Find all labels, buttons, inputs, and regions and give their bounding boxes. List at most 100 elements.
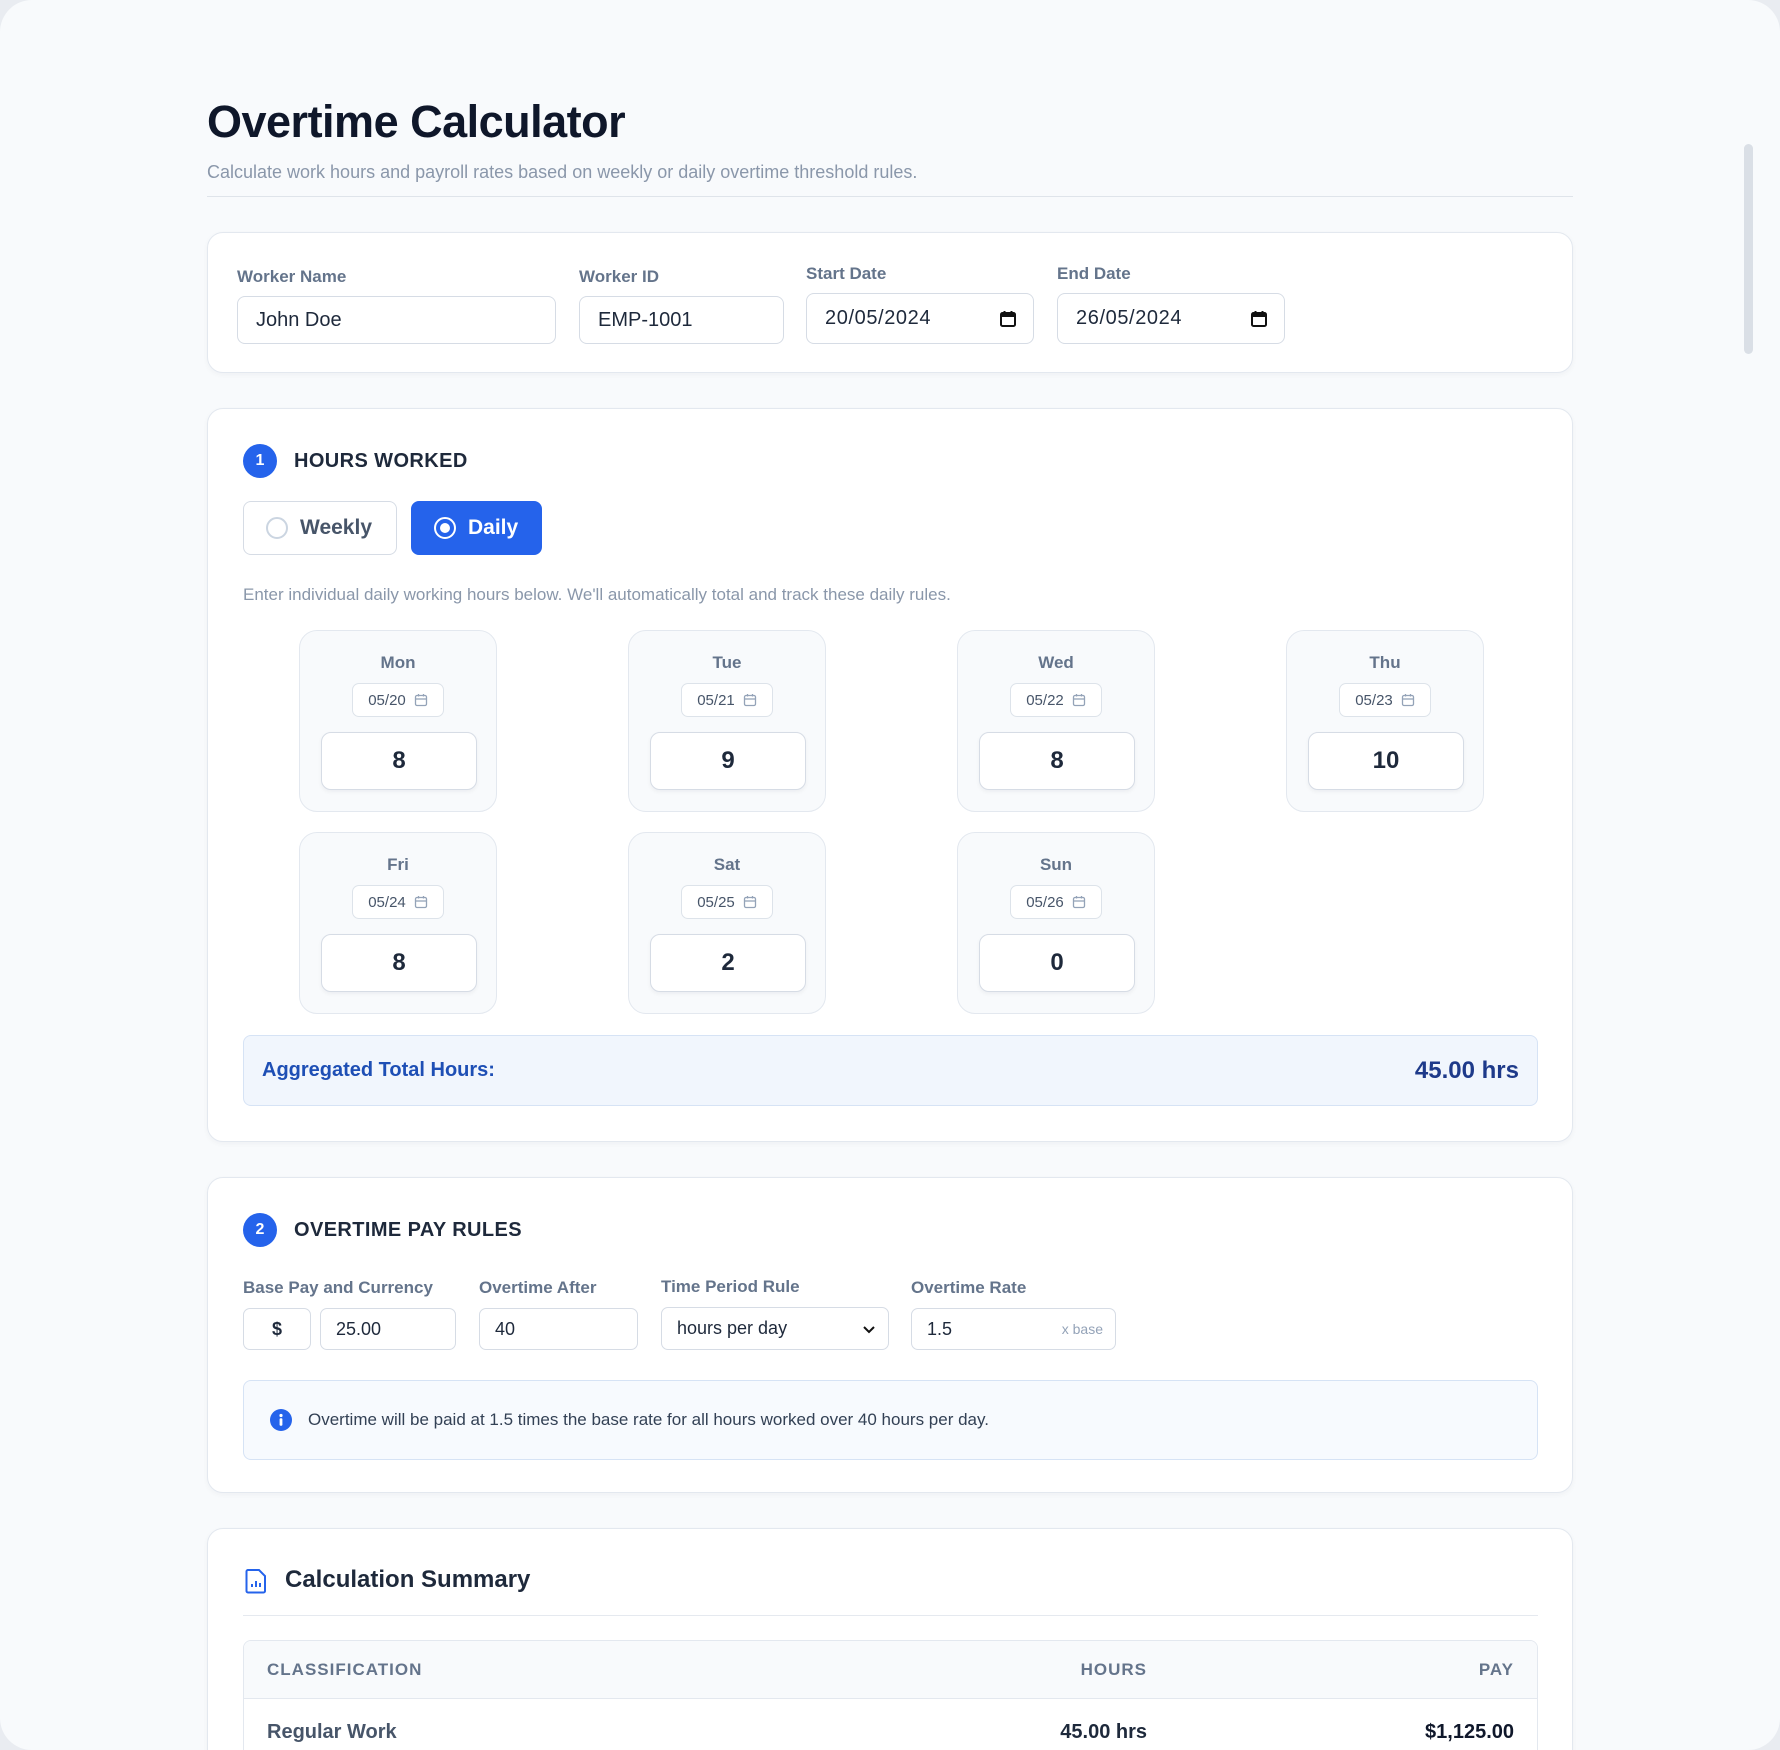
- time-period-value: hours per day: [677, 1318, 788, 1338]
- overtime-rules-card: 2 OVERTIME PAY RULES Base Pay and Curren…: [207, 1177, 1573, 1493]
- day-hours-input[interactable]: 8: [321, 732, 477, 790]
- hours-hint: Enter individual daily working hours bel…: [243, 585, 951, 604]
- mode-daily-label: Daily: [468, 516, 519, 539]
- section-title: OVERTIME PAY RULES: [294, 1219, 522, 1241]
- base-pay-input[interactable]: 25.00: [320, 1308, 456, 1350]
- end-date-input[interactable]: 26/05/2024: [1057, 293, 1285, 344]
- day-date-picker[interactable]: 05/23: [1339, 683, 1431, 717]
- day-date-value: 05/22: [1026, 691, 1064, 709]
- end-date-value: 26/05/2024: [1076, 307, 1183, 329]
- day-hours-input[interactable]: 0: [979, 934, 1135, 992]
- day-name: Wed: [1038, 653, 1074, 672]
- day-date-value: 05/20: [368, 691, 406, 709]
- summary-title: Calculation Summary: [285, 1566, 531, 1593]
- info-icon: [270, 1409, 292, 1431]
- radio-checked-icon: [434, 517, 456, 539]
- currency-value: $: [271, 1318, 282, 1339]
- day-hours-input[interactable]: 2: [650, 934, 806, 992]
- worker-id-input[interactable]: EMP-1001: [579, 296, 784, 344]
- chevron-down-icon: [863, 1325, 875, 1333]
- day-card-sat: Sat 05/25 2: [628, 832, 826, 1014]
- overtime-rate-value: 1.5: [927, 1318, 953, 1339]
- header-divider: [207, 196, 1573, 197]
- day-name: Fri: [387, 855, 409, 874]
- row-pay: $1,125.00: [1425, 1720, 1514, 1743]
- overtime-after-label: Overtime After: [479, 1278, 597, 1297]
- day-name: Tue: [712, 653, 742, 672]
- day-name: Mon: [380, 653, 416, 672]
- calendar-icon[interactable]: [999, 310, 1017, 328]
- overtime-info-text: Overtime will be paid at 1.5 times the b…: [308, 1410, 989, 1429]
- total-hours-value: 45.00 hrs: [1414, 1056, 1519, 1084]
- calendar-icon: [743, 896, 756, 909]
- day-card-fri: Fri 05/24 8: [299, 832, 497, 1014]
- mode-weekly-label: Weekly: [300, 516, 372, 539]
- calendar-icon: [414, 896, 427, 909]
- time-period-label: Time Period Rule: [661, 1277, 800, 1296]
- day-date-picker[interactable]: 05/25: [681, 885, 773, 919]
- calendar-icon: [414, 694, 427, 707]
- start-date-label: Start Date: [806, 264, 887, 283]
- total-hours-bar: Aggregated Total Hours: 45.00 hrs: [243, 1035, 1538, 1106]
- base-pay-label: Base Pay and Currency: [243, 1278, 433, 1297]
- day-name: Sat: [713, 855, 741, 874]
- day-date-value: 05/23: [1355, 691, 1393, 709]
- day-card-mon: Mon 05/20 8: [299, 630, 497, 812]
- scrollbar[interactable]: [1744, 144, 1753, 354]
- day-card-sun: Sun 05/26 0: [957, 832, 1155, 1014]
- row-classification: Regular Work: [267, 1720, 397, 1743]
- end-date-label: End Date: [1057, 264, 1131, 283]
- column-header-hours: HOURS: [1080, 1659, 1147, 1679]
- mode-weekly-toggle[interactable]: Weekly: [243, 501, 397, 555]
- calendar-icon: [743, 694, 756, 707]
- section-number-badge: 1: [243, 444, 277, 478]
- time-period-select[interactable]: hours per day: [661, 1307, 889, 1350]
- calendar-icon: [1072, 694, 1085, 707]
- day-date-picker[interactable]: 05/26: [1010, 885, 1102, 919]
- day-card-tue: Tue 05/21 9: [628, 630, 826, 812]
- overtime-after-input[interactable]: 40: [479, 1308, 638, 1350]
- worker-info-card: Worker Name John Doe Worker ID EMP-1001 …: [207, 232, 1573, 373]
- calculation-summary-card: Calculation Summary CLASSIFICATION HOURS…: [207, 1528, 1573, 1750]
- day-date-value: 05/26: [1026, 893, 1064, 911]
- page-title: Overtime Calculator: [207, 96, 626, 147]
- start-date-input[interactable]: 20/05/2024: [806, 293, 1034, 344]
- day-hours-input[interactable]: 8: [979, 732, 1135, 790]
- day-date-value: 05/21: [697, 691, 735, 709]
- day-date-picker[interactable]: 05/20: [352, 683, 444, 717]
- day-date-picker[interactable]: 05/22: [1010, 683, 1102, 717]
- day-card-wed: Wed 05/22 8: [957, 630, 1155, 812]
- day-date-value: 05/24: [368, 893, 406, 911]
- app-window: Overtime Calculator Calculate work hours…: [0, 0, 1780, 1750]
- day-name: Thu: [1369, 653, 1401, 672]
- hours-worked-card: 1 HOURS WORKED Weekly Daily Enter indivi…: [207, 408, 1573, 1142]
- column-header-pay: PAY: [1478, 1659, 1514, 1679]
- day-date-value: 05/25: [697, 893, 735, 911]
- section-title: HOURS WORKED: [294, 450, 468, 472]
- calendar-icon[interactable]: [1250, 310, 1268, 328]
- table-row: Regular Work 45.00 hrs $1,125.00: [244, 1699, 1537, 1750]
- day-card-thu: Thu 05/23 10: [1286, 630, 1484, 812]
- day-name: Sun: [1039, 855, 1073, 874]
- page-header: Overtime Calculator Calculate work hours…: [207, 96, 1573, 183]
- day-hours-input[interactable]: 10: [1308, 732, 1464, 790]
- calendar-icon: [1072, 896, 1085, 909]
- day-hours-input[interactable]: 9: [650, 732, 806, 790]
- table-header: CLASSIFICATION HOURS PAY: [244, 1641, 1537, 1699]
- mode-daily-toggle[interactable]: Daily: [411, 501, 542, 555]
- worker-name-input[interactable]: John Doe: [237, 296, 556, 344]
- section-number-badge: 2: [243, 1213, 277, 1247]
- day-hours-input[interactable]: 8: [321, 934, 477, 992]
- radio-unchecked-icon: [266, 517, 288, 539]
- day-date-picker[interactable]: 05/24: [352, 885, 444, 919]
- worker-name-label: Worker Name: [237, 267, 347, 286]
- summary-table: CLASSIFICATION HOURS PAY Regular Work 45…: [243, 1640, 1538, 1750]
- day-date-picker[interactable]: 05/21: [681, 683, 773, 717]
- currency-select[interactable]: $: [243, 1308, 311, 1350]
- summary-divider: [243, 1615, 1538, 1616]
- overtime-info-notice: Overtime will be paid at 1.5 times the b…: [243, 1380, 1538, 1460]
- column-header-classification: CLASSIFICATION: [267, 1659, 423, 1679]
- overtime-rate-input[interactable]: 1.5 x base: [911, 1308, 1116, 1350]
- overtime-rate-label: Overtime Rate: [911, 1278, 1027, 1297]
- page-subtitle: Calculate work hours and payroll rates b…: [207, 162, 918, 182]
